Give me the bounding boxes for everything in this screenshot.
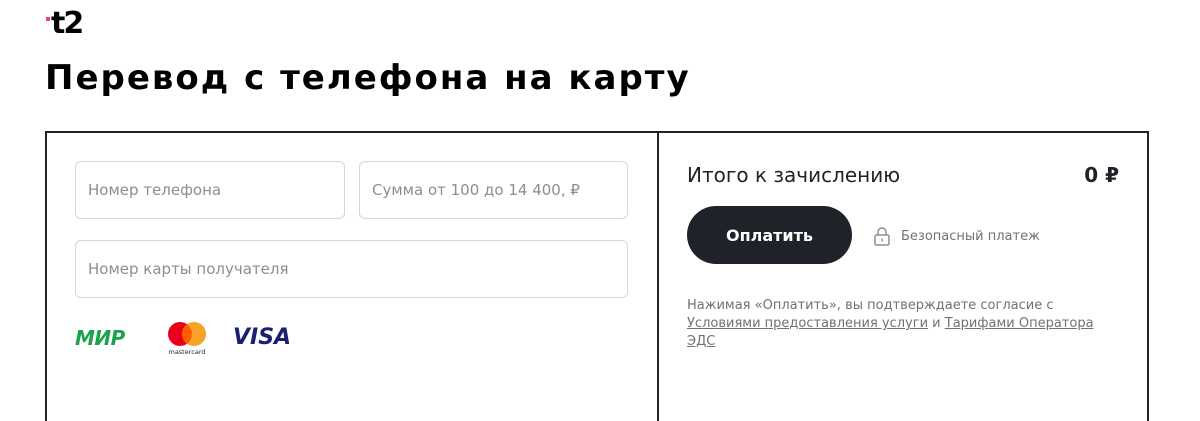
secure-label: Безопасный платеж <box>901 228 1040 244</box>
lock-icon <box>874 227 890 246</box>
phone-field[interactable] <box>75 161 345 219</box>
pay-button[interactable]: Оплатить <box>687 206 852 264</box>
page-title: Перевод с телефона на карту <box>45 58 691 98</box>
sum-input[interactable] <box>372 181 615 199</box>
service-terms-link[interactable]: Условиями предоставления услуги <box>687 316 928 331</box>
logo-dot <box>46 17 50 21</box>
payment-summary: Итого к зачислению 0 ₽ Оплатить Безопасн… <box>659 133 1147 421</box>
terms-prefix: Нажимая «Оплатить», вы подтверждаете сог… <box>687 298 1054 313</box>
secure-payment-note: Безопасный платеж <box>873 226 1040 246</box>
card-number-input[interactable] <box>88 260 615 278</box>
total-value: 0 ₽ <box>1084 163 1119 187</box>
visa-logo: VISA <box>233 325 292 350</box>
brand-logo[interactable]: t2 <box>46 6 86 41</box>
logo-text: t2 <box>51 6 84 41</box>
phone-input[interactable] <box>88 181 332 199</box>
transfer-card: МИР mastercard VISA Итого к зачислению 0… <box>45 131 1149 421</box>
mastercard-wordmark: mastercard <box>168 348 205 356</box>
card-number-field[interactable] <box>75 240 628 298</box>
mir-logo: МИР <box>75 326 125 350</box>
terms-and: и <box>932 316 941 331</box>
mastercard-logo: mastercard <box>168 322 206 356</box>
sum-field[interactable] <box>359 161 628 219</box>
operator-tariffs-link-end[interactable]: ЭДС <box>687 334 715 349</box>
operator-tariffs-link[interactable]: Тарифами Оператора <box>945 316 1094 331</box>
terms-text: Нажимая «Оплатить», вы подтверждаете сог… <box>687 297 1107 351</box>
total-label: Итого к зачислению <box>687 163 901 187</box>
